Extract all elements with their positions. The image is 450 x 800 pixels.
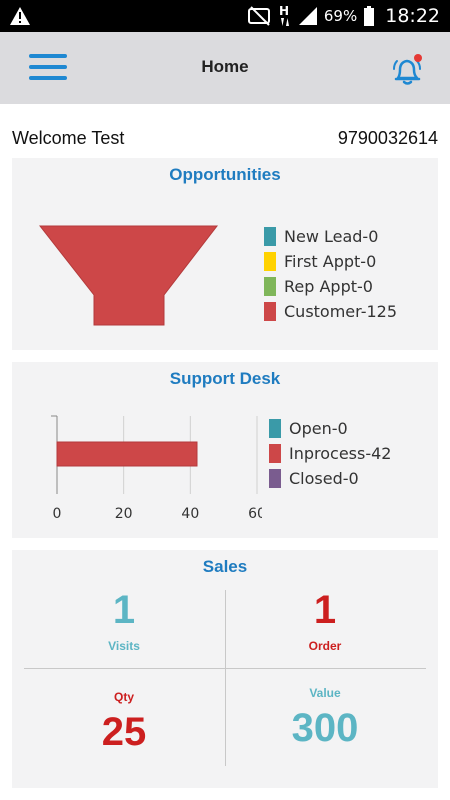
opportunities-legend-item[interactable]: New Lead-0	[264, 224, 397, 249]
sales-visits[interactable]: 1 Visits	[24, 588, 224, 653]
opportunities-legend-label: Rep Appt-0	[284, 277, 373, 296]
x-tick-label: 0	[53, 506, 62, 522]
sales-card[interactable]: Sales 1 Visits 1 Order Qty 25 Value 300	[12, 550, 438, 788]
opportunities-legend: New Lead-0 First Appt-0 Rep Appt-0 Customer…	[264, 224, 397, 324]
opportunities-legend-item[interactable]: Customer-125	[264, 299, 397, 324]
value-value: 300	[291, 706, 359, 750]
opportunities-legend-label: Customer-125	[284, 302, 398, 321]
qty-value: 25	[101, 710, 147, 754]
x-tick-label: 20	[115, 506, 133, 522]
x-tick-label: 60	[248, 506, 262, 522]
battery-percentage: 69%	[323, 7, 358, 25]
support-desk-title: Support Desk	[169, 369, 281, 388]
opportunities-legend-label: First Appt-0	[284, 252, 377, 271]
status-bar: H 69% 18:22	[0, 0, 450, 32]
sales-qty[interactable]: Qty 25	[24, 690, 224, 755]
support-desk-legend-swatch	[269, 469, 281, 488]
support-desk-bar-chart: 0 20 40 60	[51, 415, 262, 522]
support-desk-legend-label: Closed-0	[289, 469, 359, 488]
opportunities-legend-item[interactable]: First Appt-0	[264, 249, 397, 274]
bar-inprocess	[56, 441, 198, 467]
opportunities-funnel-chart	[39, 225, 219, 326]
welcome-text: Welcome Test	[12, 128, 125, 148]
funnel-segment-customer	[39, 225, 219, 326]
svg-text:H: H	[279, 4, 289, 18]
notification-bell-icon[interactable]	[390, 52, 426, 88]
notification-badge	[414, 54, 422, 62]
order-value: 1	[313, 588, 337, 632]
qty-label: Qty	[113, 690, 134, 704]
support-desk-legend: Open-0 Inprocess-42 Closed-0	[269, 416, 391, 491]
support-desk-legend-item[interactable]: Inprocess-42	[269, 441, 391, 466]
signal-icon	[298, 7, 317, 25]
app-bar: Home	[0, 32, 450, 104]
opportunities-legend-swatch	[264, 302, 276, 321]
order-label: Order	[308, 639, 342, 653]
opportunities-legend-label: New Lead-0	[284, 227, 379, 246]
opportunities-legend-item[interactable]: Rep Appt-0	[264, 274, 397, 299]
sales-value[interactable]: Value 300	[225, 686, 425, 751]
page-title: Home	[201, 57, 249, 76]
support-desk-legend-swatch	[269, 444, 281, 463]
warning-icon	[10, 7, 30, 25]
sales-title: Sales	[202, 557, 248, 576]
visits-value: 1	[112, 588, 136, 632]
sales-horizontal-divider	[24, 668, 426, 669]
opportunities-card[interactable]: Opportunities New Lead-0 First Appt-0 Rep …	[12, 158, 438, 350]
data-h-icon: H	[279, 4, 289, 26]
opportunities-legend-swatch	[264, 277, 276, 296]
phone-number: 9790032614	[337, 128, 438, 148]
opportunities-title: Opportunities	[169, 165, 281, 184]
opportunities-legend-swatch	[264, 252, 276, 271]
clock: 18:22	[385, 5, 440, 27]
support-desk-legend-swatch	[269, 419, 281, 438]
battery-icon	[364, 6, 375, 26]
value-label: Value	[309, 686, 341, 700]
support-desk-legend-item[interactable]: Open-0	[269, 416, 391, 441]
support-desk-legend-item[interactable]: Closed-0	[269, 466, 391, 491]
x-tick-label: 40	[181, 506, 199, 522]
support-desk-card[interactable]: Support Desk 0 20 40 60 Open-0 Inprocess-42 C…	[12, 362, 438, 538]
sales-order[interactable]: 1 Order	[225, 588, 425, 653]
mute-icon	[247, 6, 270, 26]
support-desk-legend-label: Open-0	[289, 419, 348, 438]
opportunities-legend-swatch	[264, 227, 276, 246]
support-desk-legend-label: Inprocess-42	[289, 444, 392, 463]
visits-label: Visits	[108, 639, 140, 653]
